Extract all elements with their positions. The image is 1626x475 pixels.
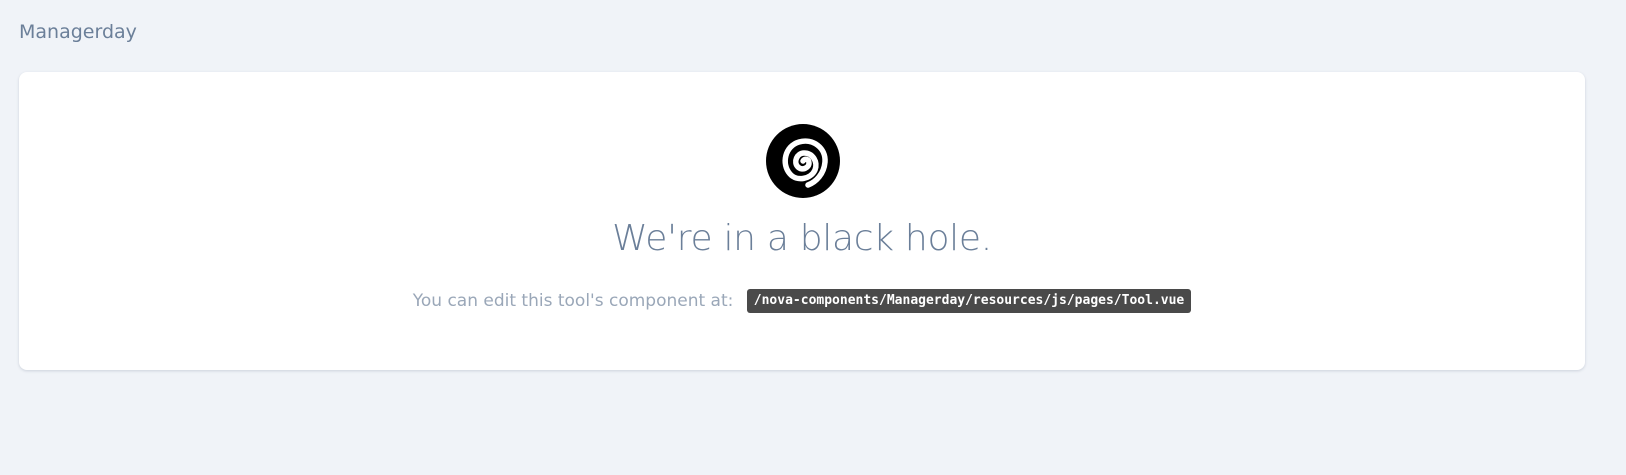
spiral-logo-icon (766, 124, 840, 198)
black-hole-headline: We're in a black hole. (612, 218, 992, 259)
component-hint: You can edit this tool's component at: (412, 291, 734, 311)
component-path: /nova-components/Managerday/resources/js… (746, 289, 1192, 313)
component-location: You can edit this tool's component at: /… (19, 289, 1585, 313)
page-title: Managerday (19, 21, 137, 43)
tool-card: We're in a black hole. You can edit this… (19, 72, 1585, 370)
